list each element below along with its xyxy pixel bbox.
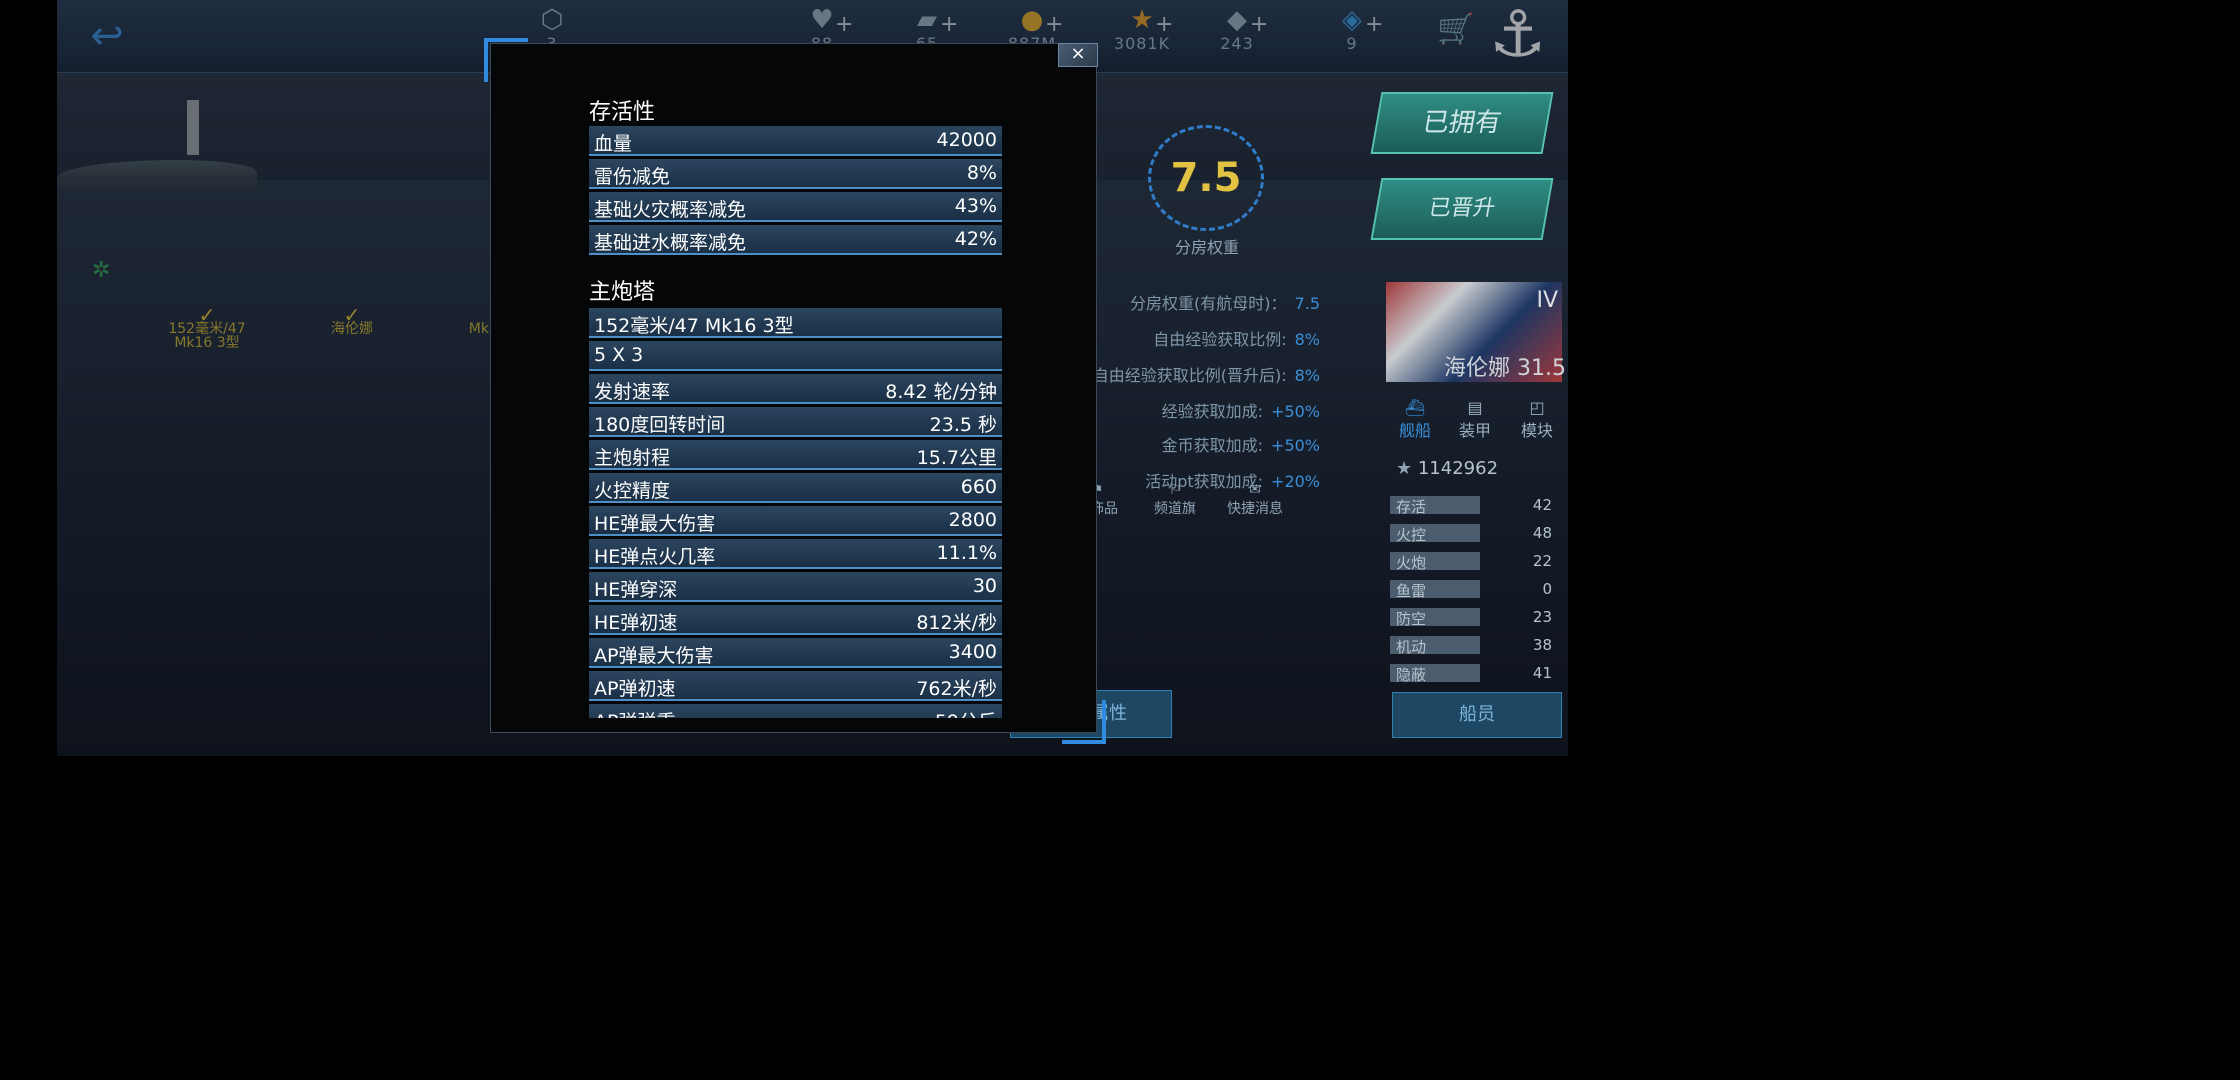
stat-value: 30 bbox=[972, 575, 997, 597]
hp-total-value: 1142962 bbox=[1417, 458, 1499, 479]
stat-row: 火控精度 660 bbox=[589, 473, 1002, 503]
stat-label: 基础火灾概率减免 bbox=[594, 199, 747, 221]
attr-row: 机动 38 bbox=[1390, 636, 1560, 658]
stat-value: 660 bbox=[960, 476, 997, 498]
attr-row: 火炮 22 bbox=[1390, 552, 1560, 574]
flag-icon: ⚐ bbox=[1168, 482, 1182, 498]
channel-flag-button[interactable]: ⚐ 频道旗 bbox=[1140, 482, 1210, 518]
ship-name: 海伦娜 31.5 bbox=[1444, 356, 1566, 381]
stat-row: HE弹穿深 30 bbox=[589, 572, 1002, 602]
stat-label: 5 X 3 bbox=[594, 344, 644, 366]
rank-weight-circle: 7.5 bbox=[1148, 125, 1264, 231]
module-icon: ◰ bbox=[1529, 398, 1545, 417]
attr-row: 存活 42 bbox=[1390, 496, 1560, 518]
tab-label: 模块 bbox=[1520, 421, 1553, 440]
stat-row: AP弹弹重 59公斤 bbox=[589, 704, 1002, 718]
ship-tier: IV bbox=[1536, 288, 1558, 313]
quick-message-button[interactable]: ✉ 快捷消息 bbox=[1220, 482, 1290, 518]
owned-button[interactable]: 已拥有 bbox=[1370, 92, 1554, 154]
stat-row: 5 X 3 bbox=[589, 341, 1002, 371]
stat-line: 自由经验获取比例(晋升后): 8% bbox=[1092, 366, 1320, 385]
attr-row: 火控 48 bbox=[1390, 524, 1560, 546]
tab-module[interactable]: ◰ 模块 bbox=[1512, 398, 1562, 441]
stat-row: HE弹初速 812米/秒 bbox=[589, 605, 1002, 635]
stat-row: 基础进水概率减免 42% bbox=[589, 225, 1002, 255]
tab-label: 舰船 bbox=[1398, 421, 1431, 440]
stat-row: AP弹最大伤害 3400 bbox=[589, 638, 1002, 668]
quick-message-label: 快捷消息 bbox=[1227, 501, 1283, 517]
chat-icon: ✉ bbox=[1249, 482, 1261, 498]
stat-value: 812米/秒 bbox=[916, 612, 997, 634]
stat-value: 3400 bbox=[948, 641, 997, 663]
stat-label: 180度回转时间 bbox=[594, 414, 726, 436]
tab-ship[interactable]: ⛴ 舰船 bbox=[1390, 398, 1440, 441]
turret-section-title: 主炮塔 bbox=[589, 280, 656, 305]
stat-row: 发射速率 8.42 轮/分钟 bbox=[589, 374, 1002, 404]
stat-label: HE弹点火几率 bbox=[594, 546, 716, 568]
stat-label: 主炮射程 bbox=[594, 447, 671, 469]
stat-value: 59公斤 bbox=[935, 707, 997, 718]
channel-flag-label: 频道旗 bbox=[1154, 501, 1196, 517]
stat-value: 23.5 秒 bbox=[929, 414, 997, 436]
stat-value: 15.7公里 bbox=[916, 447, 997, 469]
ship-icon: ⛴ bbox=[1404, 398, 1426, 417]
stat-label: AP弹最大伤害 bbox=[594, 645, 714, 667]
stat-label: AP弹弹重 bbox=[594, 707, 675, 718]
stat-value: 11.1% bbox=[936, 542, 997, 564]
stat-label: HE弹初速 bbox=[594, 612, 678, 634]
stat-row: 152毫米/47 Mk16 3型 bbox=[589, 308, 1002, 338]
stat-value: 762米/秒 bbox=[916, 678, 997, 700]
tab-label: 装甲 bbox=[1458, 421, 1491, 440]
stat-label: 152毫米/47 Mk16 3型 bbox=[594, 315, 794, 337]
stat-label: 雷伤减免 bbox=[594, 166, 671, 188]
crew-button[interactable]: 船员 bbox=[1392, 692, 1562, 738]
stat-label: 血量 bbox=[594, 133, 633, 155]
attr-row: 隐蔽 41 bbox=[1390, 664, 1560, 686]
stat-value: 43% bbox=[954, 195, 997, 217]
stat-line: 自由经验获取比例: 8% bbox=[1153, 330, 1320, 349]
stat-row: 雷伤减免 8% bbox=[589, 159, 1002, 189]
attr-row: 鱼雷 0 bbox=[1390, 580, 1560, 602]
attr-row: 防空 23 bbox=[1390, 608, 1560, 630]
stat-line: 经验获取加成: +50% bbox=[1161, 402, 1320, 421]
stat-row: 主炮射程 15.7公里 bbox=[589, 440, 1002, 470]
stat-line: 分房权重(有航母时)： 7.5 bbox=[1130, 294, 1320, 313]
stat-label: HE弹最大伤害 bbox=[594, 513, 716, 535]
stat-row: AP弹初速 762米/秒 bbox=[589, 671, 1002, 701]
ship-card[interactable]: IV 海伦娜 31.5 bbox=[1386, 282, 1566, 382]
close-icon[interactable]: × bbox=[1058, 43, 1098, 67]
star-icon: ★ bbox=[1396, 458, 1418, 479]
stat-line: 金币获取加成: +50% bbox=[1161, 436, 1320, 455]
stat-value: 8.42 轮/分钟 bbox=[885, 381, 997, 403]
stat-value: 42000 bbox=[936, 129, 997, 151]
stats-scroll-area[interactable]: 存活性 血量 42000 雷伤减免 8% 基础火灾概率减免 43% 基础进水概率减免 42% … bbox=[589, 90, 1002, 718]
stat-label: 基础进水概率减免 bbox=[594, 232, 747, 254]
tab-armor[interactable]: ▤ 装甲 bbox=[1450, 398, 1500, 441]
stat-row: HE弹点火几率 11.1% bbox=[589, 539, 1002, 569]
rank-weight-label: 分房权重 bbox=[1175, 238, 1240, 257]
hp-total: ★ 1142962 bbox=[1396, 458, 1498, 479]
stat-value: 2800 bbox=[948, 509, 997, 531]
armor-icon: ▤ bbox=[1467, 398, 1483, 417]
stat-row: 基础火灾概率减免 43% bbox=[589, 192, 1002, 222]
stat-label: HE弹穿深 bbox=[594, 579, 678, 601]
stat-value: 8% bbox=[966, 162, 997, 184]
modal-corner bbox=[1062, 700, 1106, 744]
stat-value: 42% bbox=[954, 228, 997, 250]
stat-row: 180度回转时间 23.5 秒 bbox=[589, 407, 1002, 437]
stat-label: 火控精度 bbox=[594, 480, 671, 502]
stat-label: AP弹初速 bbox=[594, 678, 676, 700]
modal-corner bbox=[484, 38, 528, 82]
survival-section-title: 存活性 bbox=[589, 100, 656, 125]
stat-label: 发射速率 bbox=[594, 381, 671, 403]
stat-row: HE弹最大伤害 2800 bbox=[589, 506, 1002, 536]
upgraded-button[interactable]: 已晋升 bbox=[1370, 178, 1554, 240]
stat-row: 血量 42000 bbox=[589, 126, 1002, 156]
